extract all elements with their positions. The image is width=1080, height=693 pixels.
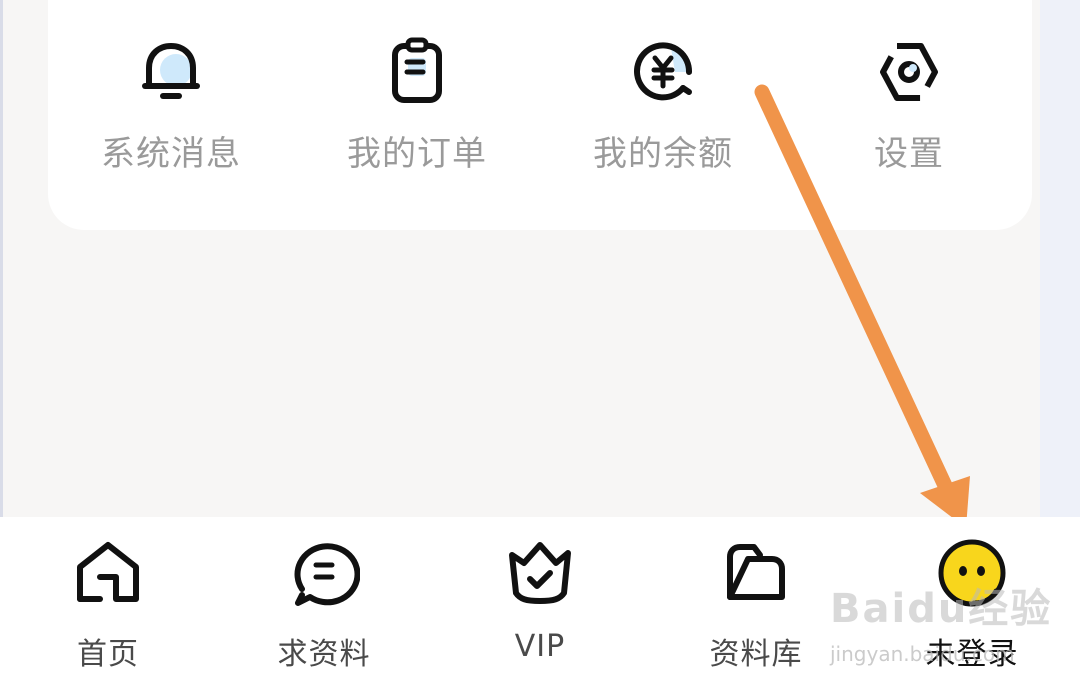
chat-bubble-icon bbox=[294, 543, 360, 606]
tab-vip[interactable]: VIP bbox=[440, 517, 640, 693]
bell-icon bbox=[142, 43, 200, 99]
menu-label-system-messages: 系统消息 bbox=[101, 134, 241, 174]
gear-hexagon-icon bbox=[880, 43, 938, 101]
menu-item-settings[interactable]: 设置 bbox=[809, 0, 1009, 230]
tab-home[interactable]: 首页 bbox=[8, 517, 208, 693]
menu-label-settings: 设置 bbox=[874, 134, 944, 174]
yen-coin-icon bbox=[634, 42, 693, 101]
folder-icon bbox=[727, 544, 785, 600]
tab-not-logged-in[interactable]: 未登录 bbox=[872, 517, 1072, 693]
menu-card: 系统消息 我的订单 我的余额 设置 bbox=[48, 0, 1032, 230]
tab-label-request-materials: 求资料 bbox=[277, 637, 371, 672]
tab-request-materials[interactable]: 求资料 bbox=[224, 517, 424, 693]
clipboard-icon bbox=[392, 37, 442, 103]
tab-label-not-logged-in: 未登录 bbox=[925, 637, 1019, 672]
tab-label-vip: VIP bbox=[514, 629, 566, 664]
right-edge-strip bbox=[1040, 0, 1080, 520]
menu-item-system-messages[interactable]: 系统消息 bbox=[71, 0, 271, 230]
menu-label-my-balance: 我的余额 bbox=[593, 134, 733, 174]
home-icon bbox=[77, 542, 139, 602]
menu-item-my-orders[interactable]: 我的订单 bbox=[317, 0, 517, 230]
menu-item-my-balance[interactable]: 我的余额 bbox=[563, 0, 763, 230]
bottom-tab-bar: 首页 求资料 VIP 资料库 未登录 bbox=[0, 517, 1080, 693]
tab-library[interactable]: 资料库 bbox=[656, 517, 856, 693]
crown-icon bbox=[509, 542, 571, 604]
avatar-face-icon bbox=[938, 539, 1006, 607]
tab-label-home: 首页 bbox=[77, 637, 139, 672]
tab-label-library: 资料库 bbox=[709, 637, 803, 672]
menu-label-my-orders: 我的订单 bbox=[347, 134, 487, 174]
